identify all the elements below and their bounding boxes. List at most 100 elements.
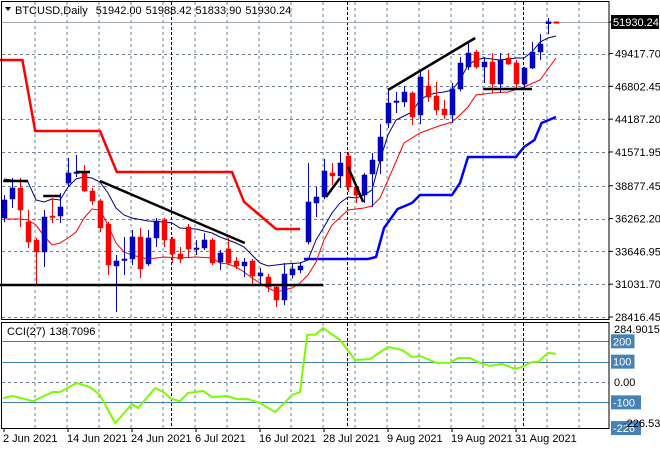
candle-body <box>161 219 168 241</box>
candle <box>289 262 296 279</box>
price-tick-label: 46802.45 <box>615 81 660 93</box>
main-panel-border <box>1 1 610 320</box>
time-axis[interactable]: 2 Jun 2021 14 Jun 2021 24 Jun 2021 6 Jul 20… <box>3 428 577 445</box>
candle <box>41 209 48 267</box>
current-price-label: 51930.24 <box>613 17 659 29</box>
candle <box>169 236 176 263</box>
candle <box>473 50 480 69</box>
candle <box>233 256 240 269</box>
time-tick-label: 28 Jul 2021 <box>323 433 380 445</box>
time-tick-label: 9 Aug 2021 <box>387 433 443 445</box>
close-value: 51930.24 <box>245 5 291 17</box>
candle-body <box>313 196 320 204</box>
candle <box>401 85 408 108</box>
candle-body <box>65 172 72 184</box>
candle <box>417 70 424 125</box>
candle <box>537 34 544 61</box>
candle-body <box>1 199 8 219</box>
candle <box>529 42 536 70</box>
candle <box>553 21 560 24</box>
candle-body <box>273 286 280 301</box>
candle-body <box>401 91 408 103</box>
candle <box>305 162 312 245</box>
candle-body <box>41 216 48 253</box>
candle-body <box>497 59 504 85</box>
candle <box>97 198 104 232</box>
candle-body <box>193 247 200 250</box>
candle-body <box>457 62 464 90</box>
candle-body <box>81 171 88 192</box>
candle <box>57 192 64 223</box>
candle-body <box>105 223 112 266</box>
candle-body <box>473 51 480 68</box>
candle <box>25 209 32 248</box>
candle-body <box>185 226 192 250</box>
high-value: 51988.42 <box>146 5 192 17</box>
candle <box>209 237 216 265</box>
candle <box>185 223 192 258</box>
candle-body <box>177 253 184 260</box>
candle-body <box>25 221 32 243</box>
candle-body <box>417 76 424 116</box>
candle-body <box>433 95 440 111</box>
candle <box>153 217 160 247</box>
trendline <box>99 179 246 245</box>
chart-header: BTCUSD,Daily 51942.00 51988.42 51833.90 5193… <box>5 5 291 17</box>
candle-body <box>225 248 232 264</box>
candle-body <box>505 57 512 65</box>
price-tick-label: 36262.20 <box>615 214 660 226</box>
candle <box>513 60 520 88</box>
cci-line <box>2 326 557 425</box>
candle <box>89 187 96 205</box>
candle <box>121 236 128 275</box>
candle-body <box>145 237 152 265</box>
candle <box>337 151 344 188</box>
time-tick-label: 14 Jun 2021 <box>67 433 128 445</box>
candle-body <box>217 252 224 263</box>
trailing-stop-blue-line <box>304 115 557 261</box>
candle-body <box>249 260 256 277</box>
candle <box>113 254 120 312</box>
candle-body <box>97 200 104 229</box>
candle-body <box>425 85 432 98</box>
price-tick-label: 33646.95 <box>615 246 660 258</box>
candle-body <box>169 238 176 255</box>
candle <box>73 154 80 177</box>
candle-body <box>441 108 448 116</box>
price-tick-label: 28416.45 <box>615 312 660 324</box>
candle-body <box>465 52 472 68</box>
candle-body <box>449 88 456 116</box>
candles <box>1 18 560 312</box>
svg-text:BTCUSD,Daily51942.0051988.4251: BTCUSD,Daily 51942.00 51988.42 51833.90 5193… <box>15 5 291 17</box>
cci-zero-label: 0.00 <box>614 377 635 389</box>
candle-body <box>481 61 488 68</box>
candle <box>129 229 136 265</box>
candle <box>425 70 432 102</box>
time-tick-label: 19 Aug 2021 <box>451 433 513 445</box>
time-tick-label: 16 Jul 2021 <box>259 433 316 445</box>
candle <box>177 246 184 263</box>
candle-body <box>521 67 528 85</box>
cci-min-label: -226.5353 <box>623 418 660 430</box>
price-axis[interactable]: 51930.24 49417.70 46802.45 44187.20 41571.95… <box>609 15 660 436</box>
candle-body <box>89 190 96 202</box>
trendlines[interactable] <box>0 36 532 287</box>
cci-label: CCI(27) 138.7096 <box>7 326 95 338</box>
candle-body <box>513 62 520 85</box>
price-indicators <box>0 35 557 293</box>
candle-body <box>553 21 560 24</box>
cci-level-label: 200 <box>613 336 631 348</box>
candle <box>9 177 16 208</box>
candle-body <box>33 239 40 253</box>
collapse-triangle-icon[interactable] <box>5 7 11 11</box>
low-value: 51833.90 <box>196 5 242 17</box>
candle-body <box>409 92 416 118</box>
candle-body <box>377 136 384 162</box>
candle-body <box>209 239 216 264</box>
candle-body <box>137 236 144 270</box>
cci-level-label: 100 <box>613 357 631 369</box>
candle <box>465 41 472 71</box>
candle-body <box>321 170 328 198</box>
candle-body <box>113 260 120 267</box>
chart-window[interactable]: BTCUSD,Daily 51942.00 51988.42 51833.90 5193… <box>0 0 660 450</box>
